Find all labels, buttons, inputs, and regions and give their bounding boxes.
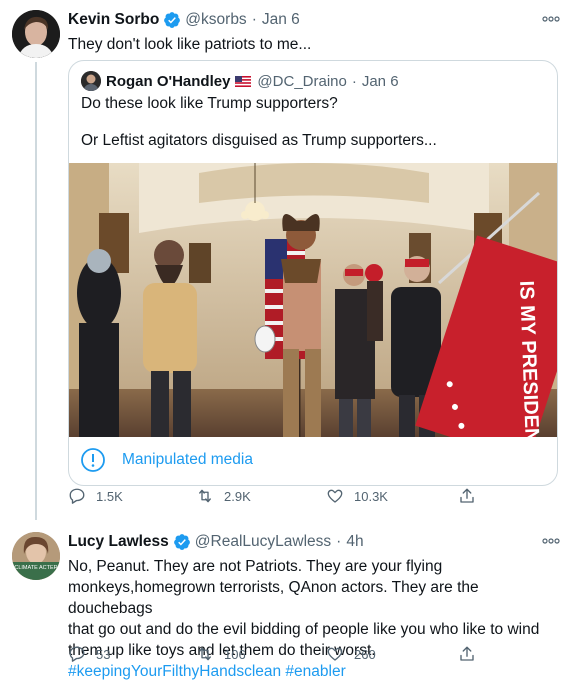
- share-icon: [460, 646, 474, 661]
- verified-icon: [164, 12, 181, 28]
- more-icon[interactable]: [542, 536, 560, 546]
- capitol-photo[interactable]: IS MY PRESIDENT: [69, 163, 557, 437]
- quote-text-line1: Do these look like Trump supporters?: [81, 95, 338, 112]
- reply-icon: [69, 488, 85, 504]
- tweet-kevin-sorbo[interactable]: Kevin Sorbo @ksorbs · Jan 6 They don't l…: [0, 0, 574, 522]
- tweet-text: They don't look like patriots to me...: [68, 36, 312, 53]
- reply-count: 53: [96, 646, 111, 662]
- retweet-button[interactable]: 2.9K: [196, 487, 251, 505]
- like-count: 10.3K: [354, 488, 388, 504]
- like-button[interactable]: 10.3K: [326, 487, 388, 505]
- hashtags[interactable]: #keepingYourFilthyHandsclean #enabler: [68, 661, 558, 680]
- avatar[interactable]: CLIMATE ACTER: [12, 532, 60, 580]
- timestamp[interactable]: 4h: [346, 533, 363, 551]
- svg-text:CLIMATE ACTER: CLIMATE ACTER: [14, 565, 57, 571]
- handle[interactable]: @ksorbs: [185, 11, 246, 29]
- tweet-header: Lucy Lawless @RealLucyLawless · 4h: [68, 533, 364, 551]
- like-icon: [327, 489, 343, 503]
- info-icon: [81, 448, 105, 472]
- more-icon[interactable]: [542, 14, 560, 24]
- share-button[interactable]: [458, 487, 486, 505]
- share-button[interactable]: [458, 645, 486, 663]
- quote-timestamp: Jan 6: [361, 72, 399, 90]
- tweet-lucy-lawless[interactable]: CLIMATE ACTER Lucy Lawless @RealLucyLawl…: [0, 522, 574, 680]
- timestamp[interactable]: Jan 6: [262, 11, 300, 29]
- retweet-button[interactable]: 106: [196, 645, 246, 663]
- tweet-text-line: that go out and do the evil bidding of p…: [68, 621, 540, 638]
- reply-icon: [69, 646, 85, 662]
- like-count: 260: [354, 646, 376, 662]
- notice-label[interactable]: Manipulated media: [122, 451, 253, 469]
- reply-count: 1.5K: [96, 488, 123, 504]
- retweet-count: 2.9K: [224, 488, 251, 504]
- quote-tweet-card[interactable]: Rogan O'Handley @DC_Draino · Jan 6 Do th…: [68, 60, 558, 486]
- verified-icon: [173, 534, 190, 550]
- quote-handle: @DC_Draino: [257, 72, 347, 90]
- tweet-text-line: No, Peanut. They are not Patriots. They …: [68, 558, 443, 575]
- share-icon: [460, 488, 474, 503]
- tweet-header: Kevin Sorbo @ksorbs · Jan 6: [68, 11, 300, 29]
- display-name[interactable]: Kevin Sorbo: [68, 11, 159, 29]
- like-icon: [327, 647, 343, 661]
- avatar[interactable]: [12, 10, 60, 58]
- handle[interactable]: @RealLucyLawless: [195, 533, 331, 551]
- display-name[interactable]: Lucy Lawless: [68, 533, 169, 551]
- quote-text-line2: Or Leftist agitators disguised as Trump …: [81, 132, 437, 149]
- like-button[interactable]: 260: [326, 645, 376, 663]
- retweet-icon: [199, 489, 211, 503]
- us-flag-icon: [235, 75, 252, 87]
- separator-dot: ·: [251, 11, 257, 28]
- retweet-count: 106: [224, 646, 246, 662]
- manipulated-media-notice[interactable]: Manipulated media: [81, 448, 253, 472]
- quote-display-name: Rogan O'Handley: [106, 72, 231, 90]
- reply-button[interactable]: 53: [68, 645, 110, 663]
- thread-line: [35, 62, 37, 520]
- tweet-text-line: monkeys,homegrown terrorists, QAnon acto…: [68, 579, 479, 617]
- separator-dot: ·: [351, 72, 357, 90]
- quote-avatar: [81, 71, 101, 91]
- quote-header: Rogan O'Handley @DC_Draino · Jan 6: [81, 71, 399, 91]
- reply-button[interactable]: 1.5K: [68, 487, 123, 505]
- separator-dot: ·: [336, 533, 342, 550]
- retweet-icon: [199, 647, 211, 661]
